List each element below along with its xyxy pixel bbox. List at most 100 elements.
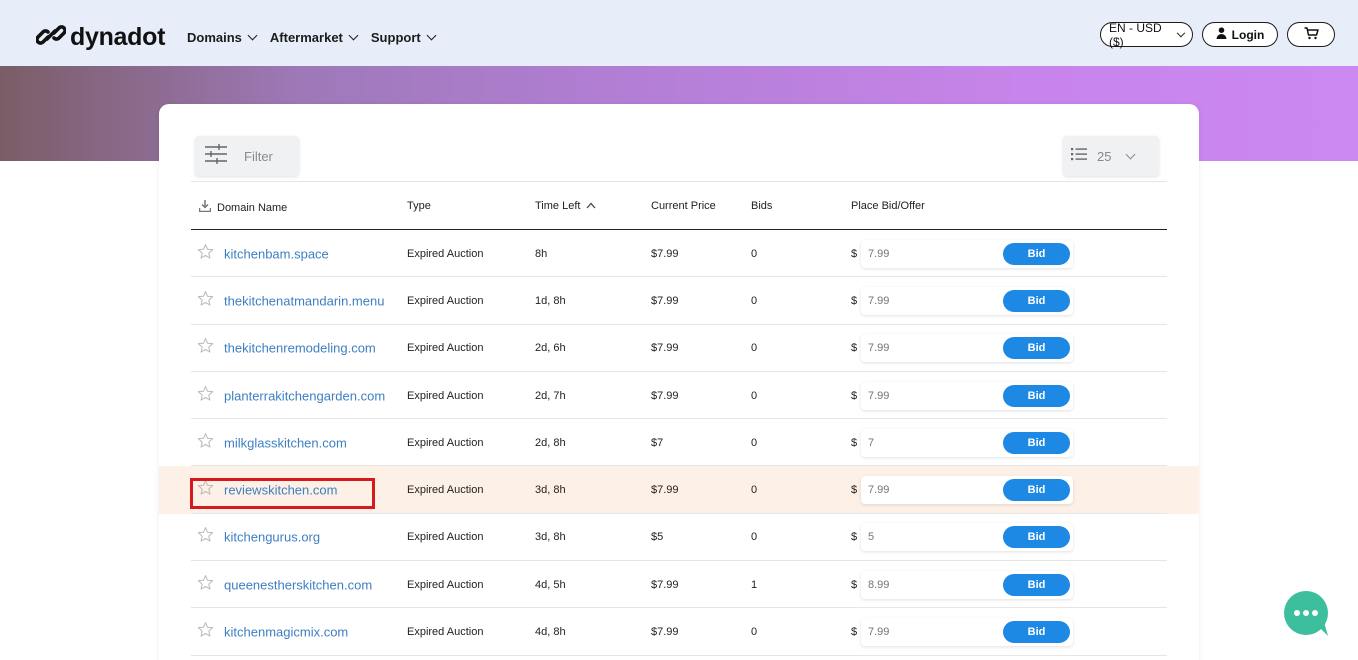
table-header: Domain Name Type Time Left Current Price…	[191, 181, 1167, 230]
column-bids[interactable]: Bids	[751, 200, 772, 212]
auction-type: Expired Auction	[407, 531, 484, 544]
dynadot-link-logo-icon	[35, 20, 67, 55]
chat-widget-button[interactable]	[1280, 590, 1332, 638]
star-outline-icon[interactable]	[197, 290, 214, 311]
cart-button[interactable]	[1287, 22, 1335, 47]
current-price: $5	[651, 531, 664, 544]
star-outline-icon[interactable]	[197, 574, 214, 595]
chevron-down-icon	[1126, 149, 1136, 159]
language-currency-select[interactable]: EN - USD ($)	[1100, 20, 1193, 49]
auction-type: Expired Auction	[407, 342, 484, 355]
domain-link[interactable]: kitchengurus.org	[224, 530, 320, 545]
bid-amount-input[interactable]	[868, 386, 988, 405]
bid-button[interactable]: Bid	[1003, 573, 1070, 596]
current-price: $7.99	[651, 626, 679, 639]
bid-button[interactable]: Bid	[1003, 526, 1070, 549]
table-row: milkglasskitchen.com Expired Auction 2d,…	[159, 419, 1199, 467]
time-left: 3d, 8h	[535, 484, 566, 497]
current-price: $7.99	[651, 247, 679, 260]
bid-button[interactable]: Bid	[1003, 431, 1070, 454]
star-outline-icon[interactable]	[197, 527, 214, 548]
download-icon[interactable]	[198, 200, 212, 215]
bid-button[interactable]: Bid	[1003, 479, 1070, 502]
column-price-label: Current Price	[651, 200, 716, 212]
user-icon	[1216, 27, 1227, 42]
list-icon	[1071, 147, 1087, 166]
table-row: planterrakitchengarden.com Expired Aucti…	[159, 372, 1199, 420]
language-currency-label: EN - USD ($)	[1109, 20, 1162, 49]
nav-support[interactable]: Support	[370, 30, 437, 45]
star-outline-icon[interactable]	[197, 243, 214, 264]
cart-icon	[1304, 26, 1319, 43]
bid-amount-input[interactable]	[868, 433, 988, 452]
bid-count: 0	[751, 342, 758, 355]
login-label: Login	[1231, 27, 1265, 42]
bid-amount-input[interactable]	[868, 339, 988, 358]
currency-symbol: $	[851, 294, 858, 307]
domain-link[interactable]: thekitchenatmandarin.menu	[224, 293, 384, 308]
currency-symbol: $	[851, 342, 858, 355]
bid-amount-input[interactable]	[868, 291, 988, 310]
bid-count: 1	[751, 578, 758, 591]
domain-link[interactable]: planterrakitchengarden.com	[224, 388, 385, 403]
filter-label: Filter	[244, 148, 273, 164]
star-outline-icon[interactable]	[197, 338, 214, 359]
current-price: $7	[651, 436, 664, 449]
domain-link[interactable]: kitchenmagicmix.com	[224, 625, 348, 640]
domain-link[interactable]: queenestherskitchen.com	[224, 577, 372, 592]
bid-amount-input[interactable]	[868, 481, 988, 500]
time-left: 3d, 8h	[535, 531, 566, 544]
bid-amount-input[interactable]	[868, 575, 988, 594]
current-price: $7.99	[651, 578, 679, 591]
auction-list-card: Filter 25 Domain Name Type Time Left Cur…	[159, 104, 1199, 660]
chevron-down-icon	[348, 30, 359, 41]
bid-amount-input[interactable]	[868, 623, 988, 642]
column-time-left[interactable]: Time Left	[535, 200, 596, 212]
bid-amount-input[interactable]	[868, 244, 988, 263]
sliders-icon	[204, 143, 228, 170]
table-row: thekitchenatmandarin.menu Expired Auctio…	[159, 277, 1199, 325]
domain-link[interactable]: kitchenbam.space	[224, 246, 329, 261]
star-outline-icon[interactable]	[197, 622, 214, 643]
filter-button[interactable]: Filter	[195, 136, 299, 176]
page-size-select[interactable]: 25	[1063, 136, 1159, 176]
time-left: 2d, 6h	[535, 342, 566, 355]
logo[interactable]: dynadot	[35, 20, 165, 55]
time-left: 4d, 5h	[535, 578, 566, 591]
annotation-highlight-box	[190, 478, 375, 509]
header-actions: EN - USD ($) Login	[1100, 20, 1335, 49]
auction-type: Expired Auction	[407, 626, 484, 639]
bid-button[interactable]: Bid	[1003, 289, 1070, 312]
bid-button[interactable]: Bid	[1003, 621, 1070, 644]
star-outline-icon[interactable]	[197, 385, 214, 406]
time-left: 2d, 7h	[535, 389, 566, 402]
time-left: 1d, 8h	[535, 294, 566, 307]
sort-up-icon[interactable]	[586, 200, 596, 212]
login-button[interactable]: Login	[1202, 22, 1278, 47]
currency-symbol: $	[851, 389, 858, 402]
time-left: 4d, 8h	[535, 626, 566, 639]
domain-link[interactable]: milkglasskitchen.com	[224, 435, 347, 450]
table-row: kitchengurus.org Expired Auction 3d, 8h …	[159, 514, 1199, 562]
bid-button[interactable]: Bid	[1003, 337, 1070, 360]
nav-aftermarket[interactable]: Aftermarket	[270, 30, 359, 45]
star-outline-icon[interactable]	[197, 432, 214, 453]
bid-count: 0	[751, 389, 758, 402]
column-current-price[interactable]: Current Price	[651, 200, 716, 212]
current-price: $7.99	[651, 342, 679, 355]
nav-support-label: Support	[370, 30, 421, 45]
page-size-value: 25	[1097, 148, 1112, 164]
column-type[interactable]: Type	[407, 200, 431, 212]
auction-rows: kitchenbam.space Expired Auction 8h $7.9…	[159, 230, 1199, 656]
bid-amount-input[interactable]	[868, 528, 988, 547]
auction-type: Expired Auction	[407, 389, 484, 402]
bid-button[interactable]: Bid	[1003, 384, 1070, 407]
column-type-label: Type	[407, 200, 431, 212]
column-domain-name[interactable]: Domain Name	[198, 200, 287, 215]
bid-button[interactable]: Bid	[1003, 242, 1070, 265]
currency-symbol: $	[851, 484, 858, 497]
nav-domains[interactable]: Domains	[187, 30, 258, 45]
domain-link[interactable]: thekitchenremodeling.com	[224, 341, 376, 356]
column-bids-label: Bids	[751, 200, 773, 212]
bid-count: 0	[751, 531, 758, 544]
